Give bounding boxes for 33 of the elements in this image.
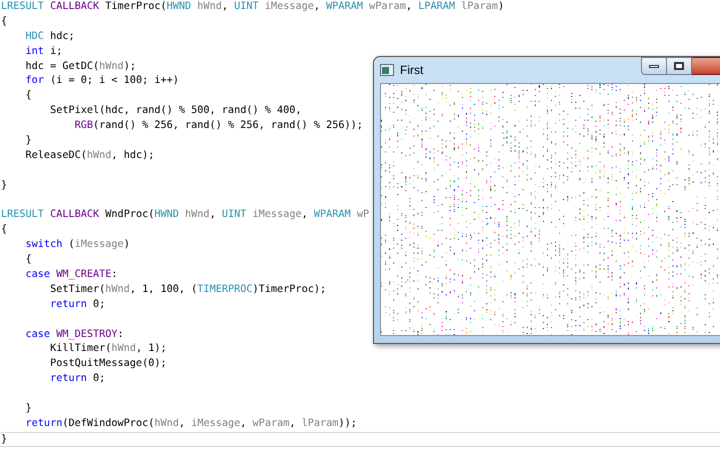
code-line: hdc = GetDC(hWnd);	[24, 60, 136, 72]
minimize-button[interactable]	[641, 57, 667, 75]
code-line: RGB(rand() % 256, rand() % 256, rand() % 256));	[74, 120, 363, 132]
code-line: LRESULT CALLBACK WndProc(HWND hWnd, UINT iMessage, WPARAM wP	[1, 209, 370, 220]
code-line: {	[24, 90, 32, 102]
window-icon	[380, 64, 394, 76]
window-title: First	[400, 62, 424, 79]
code-line: }	[1, 434, 8, 445]
maximize-button[interactable]	[667, 57, 692, 75]
code-line: }	[1, 180, 8, 191]
code-line: KillTimer(hWnd, 1);	[49, 343, 167, 354]
code-line: SetTimer(hWnd, 1, 100, (TIMERPROC)TimerProc);	[49, 284, 326, 295]
code-line: PostQuitMessage(0);	[49, 358, 167, 370]
code-line: }	[24, 135, 32, 146]
code-line: return 0;	[49, 298, 106, 310]
code-line: for (i = 0; i < 100; i++)	[24, 75, 179, 86]
minimize-icon	[649, 64, 659, 68]
code-line: {	[1, 16, 8, 27]
code-line: }	[24, 403, 32, 414]
code-line: {	[24, 254, 32, 266]
code-line: int i;	[24, 46, 62, 57]
code-line: {	[1, 224, 8, 236]
code-line: case WM_DESTROY:	[24, 328, 124, 340]
code-line: return 0;	[49, 373, 106, 384]
code-line: return(DefWindowProc(hWnd, iMessage, wParam, lParam));	[24, 418, 357, 429]
code-line: HDC hdc;	[24, 30, 75, 42]
close-button[interactable]	[692, 57, 720, 75]
code-line: case WM_CREATE:	[24, 269, 118, 280]
code-line: SetPixel(hdc, rand() % 500, rand() % 400,	[49, 105, 302, 116]
code-line: LRESULT CALLBACK TimerProc(HWND hWnd, UINT iMessage, WPARAM wParam, LPARAM lParam)	[1, 1, 504, 12]
maximize-icon	[674, 62, 684, 70]
code-line: switch (iMessage)	[24, 239, 130, 250]
code-line: ReleaseDC(hWnd, hdc);	[24, 150, 154, 161]
